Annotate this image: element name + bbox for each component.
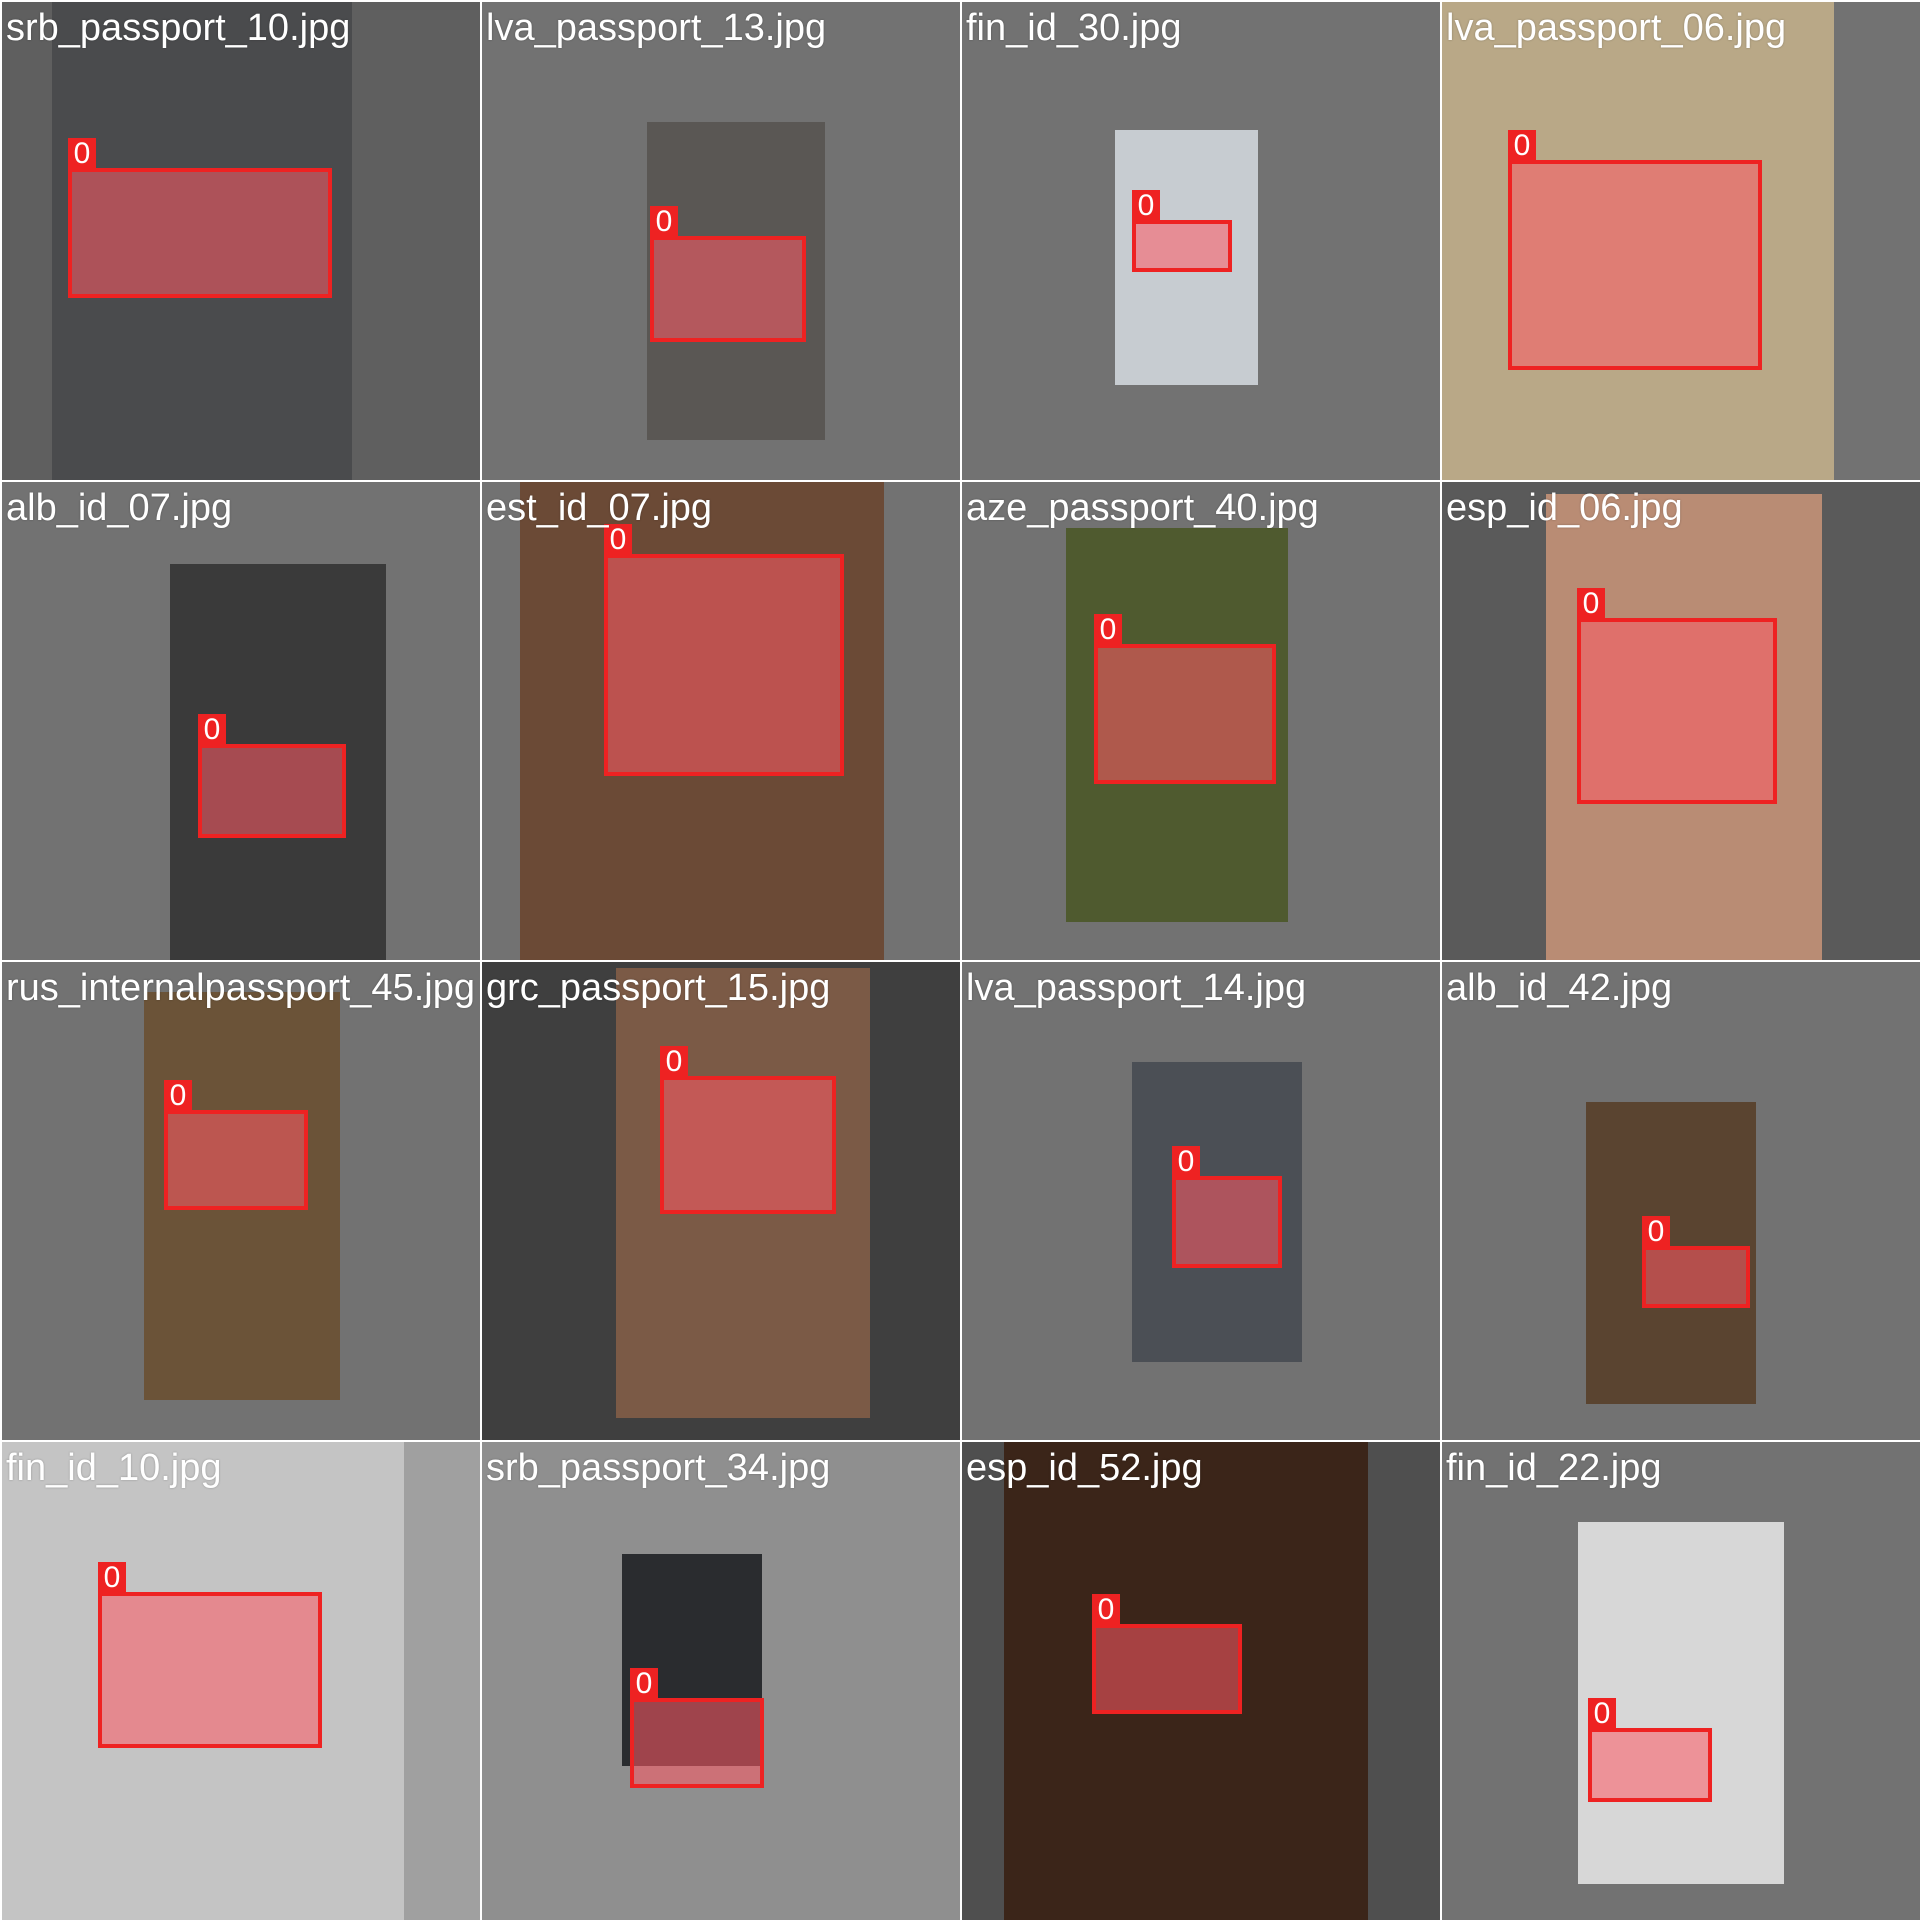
image-tile: 0 lva_passport_13.jpg [482, 2, 960, 480]
image-filename: alb_id_42.jpg [1446, 967, 1673, 1009]
class-label: 0 [1092, 1594, 1120, 1626]
class-label: 0 [1508, 130, 1536, 162]
image-tile: 0 est_id_07.jpg [482, 482, 960, 960]
image-filename: lva_passport_13.jpg [486, 7, 827, 49]
image-filename: esp_id_06.jpg [1446, 487, 1683, 529]
detection-box: 0 [68, 138, 332, 298]
class-label: 0 [1588, 1698, 1616, 1730]
class-label: 0 [1642, 1216, 1670, 1248]
class-label: 0 [198, 714, 226, 746]
class-label: 0 [650, 206, 678, 238]
image-filename: fin_id_10.jpg [6, 1447, 222, 1489]
image-filename: alb_id_07.jpg [6, 487, 233, 529]
image-tile: 0 fin_id_30.jpg [962, 2, 1440, 480]
image-filename: fin_id_30.jpg [966, 7, 1182, 49]
detection-box: 0 [198, 714, 346, 838]
detection-box: 0 [604, 524, 844, 776]
image-tile: 0 srb_passport_34.jpg [482, 1442, 960, 1920]
image-tile: 0 grc_passport_15.jpg [482, 962, 960, 1440]
class-label: 0 [630, 1668, 658, 1700]
class-label: 0 [164, 1080, 192, 1112]
detection-box: 0 [650, 206, 806, 342]
image-filename: fin_id_22.jpg [1446, 1447, 1662, 1489]
detection-box: 0 [1132, 190, 1232, 272]
image-tile: 0 lva_passport_06.jpg [1442, 2, 1920, 480]
image-tile: 0 alb_id_42.jpg [1442, 962, 1920, 1440]
class-label: 0 [68, 138, 96, 170]
image-tile: 0 fin_id_10.jpg [2, 1442, 480, 1920]
image-filename: esp_id_52.jpg [966, 1447, 1203, 1489]
image-filename: srb_passport_34.jpg [486, 1447, 831, 1489]
image-tile: 0 rus_internalpassport_45.jpg [2, 962, 480, 1440]
detection-box: 0 [1508, 130, 1762, 370]
image-filename: srb_passport_10.jpg [6, 7, 351, 49]
class-label: 0 [1577, 588, 1605, 620]
image-tile: 0 esp_id_06.jpg [1442, 482, 1920, 960]
detection-box: 0 [98, 1562, 322, 1748]
detection-box: 0 [1588, 1698, 1712, 1802]
detection-box: 0 [164, 1080, 308, 1210]
image-filename: est_id_07.jpg [486, 487, 713, 529]
image-tile: 0 alb_id_07.jpg [2, 482, 480, 960]
image-tile: 0 esp_id_52.jpg [962, 1442, 1440, 1920]
image-tile: 0 fin_id_22.jpg [1442, 1442, 1920, 1920]
detection-box: 0 [1092, 1594, 1242, 1714]
image-filename: grc_passport_15.jpg [486, 967, 831, 1009]
image-filename: aze_passport_40.jpg [966, 487, 1319, 529]
detection-box: 0 [630, 1668, 764, 1788]
class-label: 0 [1172, 1146, 1200, 1178]
detection-box: 0 [1642, 1216, 1750, 1308]
image-tile: 0 aze_passport_40.jpg [962, 482, 1440, 960]
image-filename: lva_passport_14.jpg [966, 967, 1307, 1009]
class-label: 0 [1132, 190, 1160, 222]
class-label: 0 [660, 1046, 688, 1078]
detection-box: 0 [1577, 588, 1777, 804]
class-label: 0 [1094, 614, 1122, 646]
class-label: 0 [98, 1562, 126, 1594]
detection-box: 0 [660, 1046, 836, 1214]
image-filename: lva_passport_06.jpg [1446, 7, 1787, 49]
image-tile: 0 srb_passport_10.jpg [2, 2, 480, 480]
image-grid: 0 srb_passport_10.jpg 0 lva_passport_13.jpg… [0, 0, 1920, 1920]
detection-box: 0 [1094, 614, 1276, 784]
image-filename: rus_internalpassport_45.jpg [6, 967, 475, 1009]
image-tile: 0 lva_passport_14.jpg [962, 962, 1440, 1440]
detection-box: 0 [1172, 1146, 1282, 1268]
